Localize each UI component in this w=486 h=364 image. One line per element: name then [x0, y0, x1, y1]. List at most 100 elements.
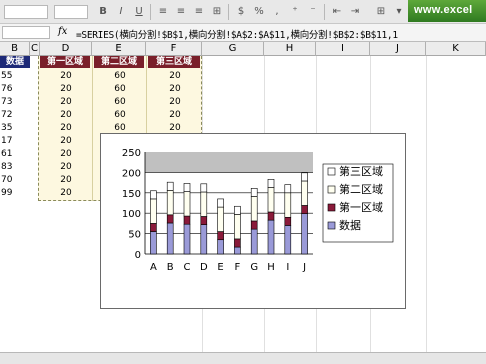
- watermark-logo: www.excel: [408, 0, 486, 22]
- d-cell[interactable]: 20: [40, 187, 92, 199]
- column-header-i[interactable]: I: [316, 42, 370, 56]
- decrease-decimal-icon[interactable]: ⁻: [306, 5, 320, 19]
- chart-svg: 0 50 100 150 200 250 A B C D E F G H I J 第三区域第二区域第一区域数据: [122, 148, 394, 273]
- column-header-e[interactable]: E: [92, 42, 146, 56]
- column-header-h[interactable]: H: [264, 42, 316, 56]
- merge-center-icon[interactable]: ⊞: [210, 5, 224, 19]
- comma-icon[interactable]: ,: [270, 5, 284, 19]
- b-header-cell[interactable]: 数据: [0, 56, 30, 68]
- legend-label: 第一区域: [339, 200, 383, 214]
- bar-segment: [200, 216, 208, 225]
- bar-segment: [183, 223, 191, 255]
- f-cell[interactable]: 20: [148, 109, 202, 121]
- formula-input[interactable]: =SERIES(横向分割!$B$1,横向分割!$A$2:$A$11,横向分割!$…: [76, 27, 398, 41]
- column-header-k[interactable]: K: [426, 42, 486, 56]
- legend-swatch: [327, 221, 336, 230]
- underline-button[interactable]: U: [132, 5, 146, 19]
- header-cell-region3[interactable]: 第三区域: [148, 56, 200, 68]
- bar-segment: [234, 205, 241, 215]
- bar-segment: [183, 215, 191, 225]
- column-header-j[interactable]: J: [370, 42, 426, 56]
- align-left-icon[interactable]: ≡: [156, 5, 170, 19]
- font-name-box[interactable]: [4, 5, 48, 19]
- d-cell[interactable]: 20: [40, 70, 92, 82]
- legend-label: 第三区域: [339, 164, 383, 178]
- b-cell[interactable]: 99: [0, 187, 30, 199]
- d-cell[interactable]: 20: [40, 135, 92, 147]
- bar-segment: [217, 231, 224, 241]
- b-cell[interactable]: 55: [0, 70, 30, 82]
- decrease-indent-icon[interactable]: ⇤: [330, 5, 344, 19]
- bar-segment: [250, 220, 258, 230]
- toolbar-separator: [228, 4, 229, 20]
- toolbar-separator: [324, 4, 325, 20]
- legend-swatch: [327, 167, 336, 176]
- d-cell[interactable]: 20: [40, 83, 92, 95]
- fx-icon[interactable]: fx: [58, 26, 67, 37]
- name-box[interactable]: [2, 26, 50, 39]
- y-tick-label: 150: [122, 189, 141, 200]
- d-cell[interactable]: 20: [40, 96, 92, 108]
- bar-segment: [267, 211, 275, 221]
- borders-icon[interactable]: ⊞: [374, 5, 388, 19]
- b-cell[interactable]: 73: [0, 96, 30, 108]
- column-header-d[interactable]: D: [40, 42, 92, 56]
- bar-segment: [150, 190, 157, 200]
- b-cell[interactable]: 76: [0, 83, 30, 95]
- b-cell[interactable]: 70: [0, 174, 30, 186]
- x-tick-label: G: [250, 262, 258, 273]
- fill-color-icon[interactable]: ▾: [392, 5, 406, 19]
- increase-decimal-icon[interactable]: ⁺: [288, 5, 302, 19]
- b-cell[interactable]: 72: [0, 109, 30, 121]
- e-cell[interactable]: 60: [94, 70, 146, 82]
- e-cell[interactable]: 60: [94, 109, 146, 121]
- header-cell-region2[interactable]: 第二区域: [94, 56, 144, 68]
- italic-button[interactable]: I: [114, 5, 128, 19]
- d-cell[interactable]: 20: [40, 174, 92, 186]
- x-tick-label: B: [167, 262, 174, 273]
- bar-segment: [200, 183, 208, 193]
- bar-segment: [217, 198, 224, 208]
- currency-icon[interactable]: $: [234, 5, 248, 19]
- b-cell[interactable]: 35: [0, 122, 30, 134]
- d-cell[interactable]: 20: [40, 109, 92, 121]
- bar-segment: [284, 192, 292, 218]
- bar-segment: [301, 180, 308, 206]
- e-cell[interactable]: 60: [94, 83, 146, 95]
- bar-segment: [267, 187, 275, 213]
- d-cell[interactable]: 20: [40, 148, 92, 160]
- column-header-b[interactable]: B: [0, 42, 30, 56]
- increase-indent-icon[interactable]: ⇥: [348, 5, 362, 19]
- bar-segment: [150, 223, 157, 232]
- bar-segment: [234, 246, 241, 255]
- sheet-tab-bar: [0, 352, 486, 364]
- column-header-c[interactable]: C: [30, 42, 40, 56]
- align-center-icon[interactable]: ≡: [174, 5, 188, 19]
- legend-swatch: [327, 203, 336, 212]
- b-cell[interactable]: 17: [0, 135, 30, 147]
- legend-swatch: [327, 185, 336, 194]
- align-right-icon[interactable]: ≡: [192, 5, 206, 19]
- f-cell[interactable]: 20: [148, 70, 202, 82]
- f-cell[interactable]: 20: [148, 83, 202, 95]
- bold-button[interactable]: B: [96, 5, 110, 19]
- stacked-column-chart[interactable]: 0 50 100 150 200 250 A B C D E F G H I J 第三区域 第二区域 第一区域 数据: [100, 133, 406, 309]
- bar-segment: [250, 188, 258, 197]
- column-headers: B C D E F G H I J K: [0, 42, 486, 56]
- column-header-f[interactable]: F: [146, 42, 202, 56]
- y-tick-label: 200: [122, 168, 141, 179]
- bar-segment: [284, 225, 292, 255]
- bar-segment: [284, 216, 292, 226]
- d-cell[interactable]: 20: [40, 161, 92, 173]
- e-cell[interactable]: 60: [94, 96, 146, 108]
- b-cell[interactable]: 83: [0, 161, 30, 173]
- bar-segment: [267, 179, 275, 188]
- f-cell[interactable]: 20: [148, 96, 202, 108]
- column-header-g[interactable]: G: [202, 42, 264, 56]
- b-cell[interactable]: 61: [0, 148, 30, 160]
- d-cell[interactable]: 20: [40, 122, 92, 134]
- header-cell-region1[interactable]: 第一区域: [40, 56, 90, 68]
- percent-icon[interactable]: %: [252, 5, 266, 19]
- bar-segment: [183, 191, 191, 217]
- font-size-box[interactable]: [54, 5, 88, 19]
